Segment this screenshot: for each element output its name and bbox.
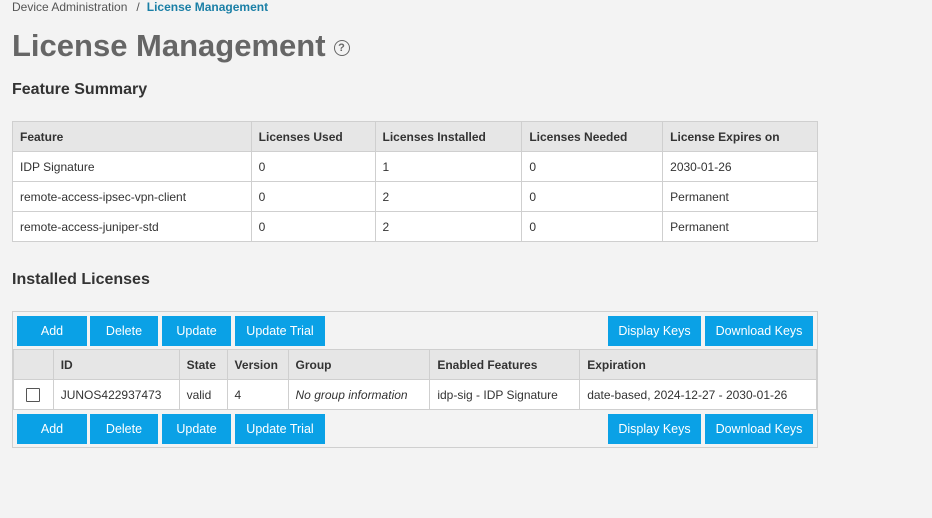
table-row: remote-access-ipsec-vpn-client 0 2 0 Per…	[12, 181, 818, 212]
license-id-cell: JUNOS422937473	[52, 379, 180, 410]
license-features-cell: idp-sig - IDP Signature	[429, 379, 581, 410]
breadcrumb: Device Administration / License Management	[12, 0, 268, 14]
table-cell: Permanent	[662, 181, 818, 212]
add-button[interactable]: Add	[17, 316, 87, 346]
breadcrumb-separator: /	[136, 0, 140, 14]
installed-licenses-title: Installed Licenses	[12, 271, 150, 288]
column-header[interactable]: Licenses Used	[250, 121, 376, 152]
delete-button[interactable]: Delete	[90, 316, 158, 346]
license-expiration-cell: date-based, 2024-12-27 - 2030-01-26	[579, 379, 817, 410]
table-cell: 2	[374, 211, 523, 242]
license-state-cell: valid	[178, 379, 228, 410]
download-keys-button[interactable]: Download Keys	[705, 414, 813, 444]
question-circle-icon[interactable]: ?	[333, 40, 350, 56]
column-header[interactable]: Feature	[12, 121, 252, 152]
update-button[interactable]: Update	[162, 414, 231, 444]
table-header-row: Feature Licenses Used Licenses Installed…	[12, 121, 818, 152]
add-button[interactable]: Add	[17, 414, 87, 444]
column-header[interactable]: Expiration	[579, 349, 817, 380]
feature-summary-title: Feature Summary	[12, 81, 148, 98]
download-keys-button[interactable]: Download Keys	[705, 316, 813, 346]
table-cell: 0	[250, 181, 376, 212]
table-cell: 0	[250, 211, 376, 242]
table-row: IDP Signature 0 1 0 2030-01-26	[12, 151, 818, 182]
table-cell: 0	[521, 211, 664, 242]
page-title: License Management	[12, 28, 326, 63]
update-trial-button[interactable]: Update Trial	[235, 316, 325, 346]
column-header[interactable]: Licenses Installed	[374, 121, 523, 152]
display-keys-button[interactable]: Display Keys	[608, 414, 701, 444]
installed-licenses-table: ID State Version Group Enabled Features …	[13, 349, 817, 410]
table-cell: 0	[250, 151, 376, 182]
row-select-cell	[13, 379, 54, 410]
table-cell: remote-access-juniper-std	[12, 211, 252, 242]
display-keys-button[interactable]: Display Keys	[608, 316, 701, 346]
feature-summary-table: Feature Licenses Used Licenses Installed…	[12, 121, 818, 242]
column-header[interactable]: Group	[287, 349, 431, 380]
table-cell: 1	[374, 151, 523, 182]
update-trial-button[interactable]: Update Trial	[235, 414, 325, 444]
table-cell: 2030-01-26	[662, 151, 818, 182]
license-version-cell: 4	[226, 379, 289, 410]
column-header[interactable]: Version	[226, 349, 289, 380]
installed-licenses-panel: Add Delete Update Update Trial Display K…	[12, 311, 818, 448]
license-group-cell: No group information	[287, 379, 431, 410]
page-title-container: License Management ?	[12, 28, 350, 64]
row-checkbox[interactable]	[26, 387, 41, 402]
update-button[interactable]: Update	[162, 316, 231, 346]
column-header[interactable]: ID	[52, 349, 180, 380]
table-cell: 2	[374, 181, 523, 212]
table-cell: IDP Signature	[12, 151, 252, 182]
table-cell: Permanent	[662, 211, 818, 242]
column-header[interactable]: Licenses Needed	[521, 121, 664, 152]
column-header[interactable]: State	[178, 349, 228, 380]
table-row: remote-access-juniper-std 0 2 0 Permanen…	[12, 211, 818, 242]
table-cell: 0	[521, 181, 664, 212]
table-cell: 0	[521, 151, 664, 182]
breadcrumb-parent-link[interactable]: Device Administration	[12, 0, 127, 14]
select-column-header	[13, 349, 54, 380]
delete-button[interactable]: Delete	[90, 414, 158, 444]
table-header-row: ID State Version Group Enabled Features …	[13, 349, 817, 380]
table-row[interactable]: JUNOS422937473 valid 4 No group informat…	[13, 379, 817, 410]
column-header[interactable]: Enabled Features	[429, 349, 581, 380]
breadcrumb-current: License Management	[146, 0, 269, 14]
table-cell: remote-access-ipsec-vpn-client	[12, 181, 252, 212]
column-header[interactable]: License Expires on	[662, 121, 818, 152]
